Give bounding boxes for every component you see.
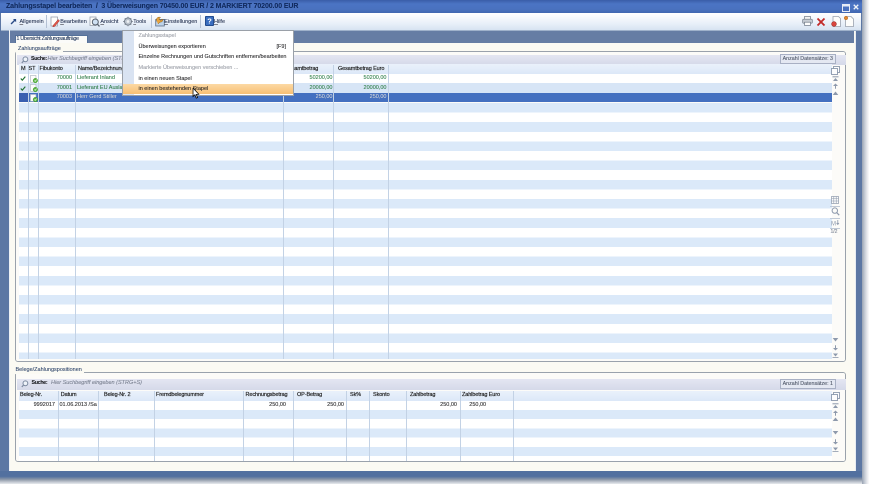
svg-text:?: ? (207, 16, 212, 25)
svg-text:M: M (831, 222, 836, 228)
